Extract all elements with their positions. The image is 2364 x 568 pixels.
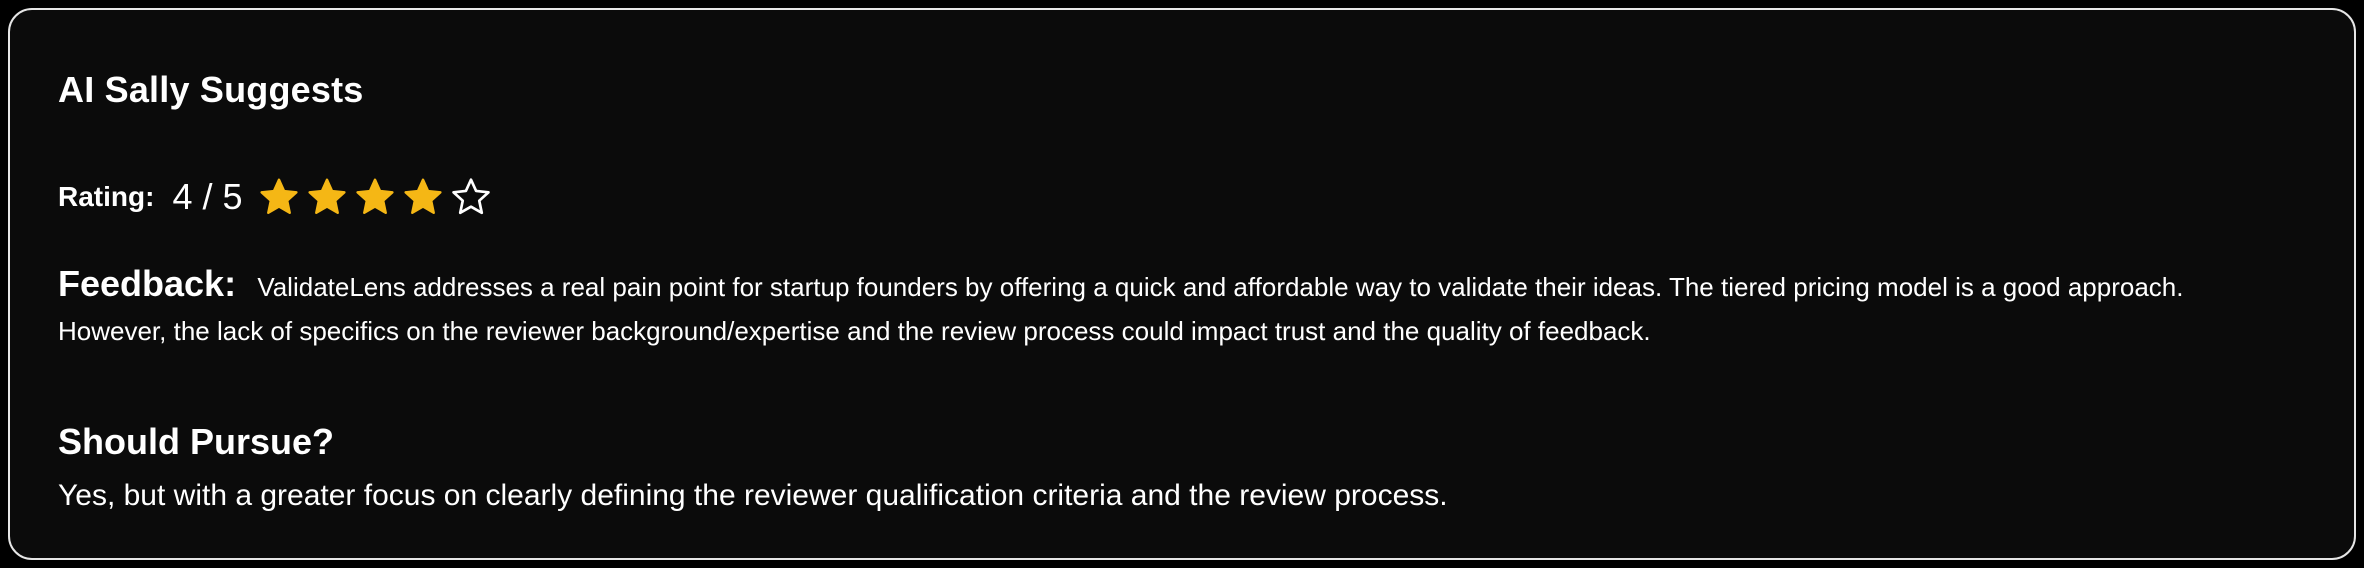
star-rating bbox=[259, 177, 499, 217]
rating-row: Rating: 4 / 5 bbox=[58, 172, 499, 222]
should-pursue-heading: Should Pursue? bbox=[58, 421, 335, 462]
rating-value: 4 / 5 bbox=[172, 176, 243, 217]
suggestion-card: AI Sally Suggests Rating: 4 / 5 Feedback… bbox=[8, 8, 2356, 560]
feedback-section: Feedback: ValidateLens addresses a real … bbox=[58, 262, 2298, 353]
star-filled-icon bbox=[259, 177, 299, 217]
star-empty-icon bbox=[451, 177, 491, 217]
card-title: AI Sally Suggests bbox=[58, 69, 364, 110]
should-pursue-text: Yes, but with a greater focus on clearly… bbox=[58, 479, 1448, 512]
star-filled-icon bbox=[403, 177, 443, 217]
star-filled-icon bbox=[355, 177, 395, 217]
star-filled-icon bbox=[307, 177, 347, 217]
feedback-text: ValidateLens addresses a real pain point… bbox=[58, 272, 2184, 346]
feedback-label: Feedback: bbox=[58, 263, 237, 304]
rating-label: Rating: bbox=[58, 181, 155, 212]
